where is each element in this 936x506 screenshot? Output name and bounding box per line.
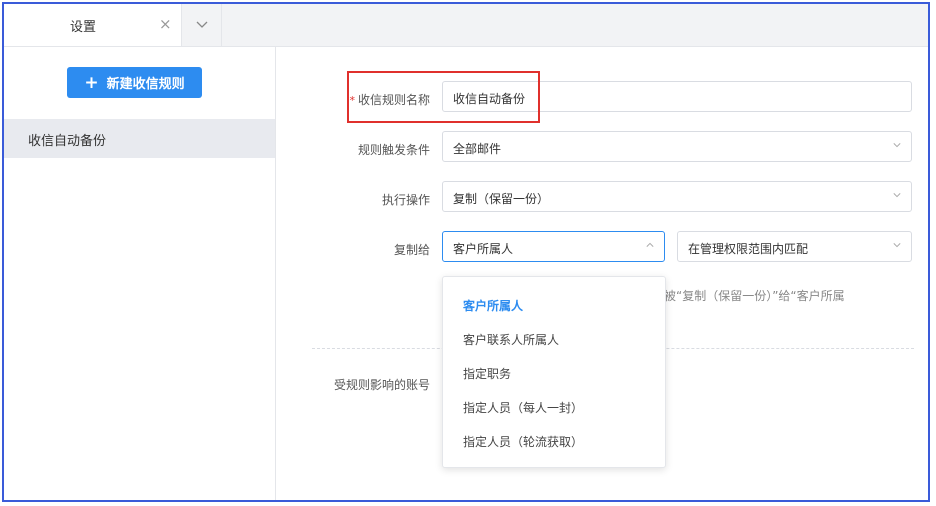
rule-name-input[interactable]: 收信自动备份 xyxy=(442,81,912,112)
trigger-label: 规则触发条件 xyxy=(357,143,430,157)
copy-to-value: 客户所属人 xyxy=(453,242,514,256)
dropdown-option[interactable]: 客户所属人 xyxy=(463,297,523,314)
new-rule-button-label: 新建收信规则 xyxy=(106,77,185,92)
scope-select[interactable]: 在管理权限范围内匹配 xyxy=(677,231,912,262)
close-icon[interactable]: × xyxy=(159,15,172,33)
tab-settings[interactable]: 设置 × xyxy=(4,4,182,46)
copy-to-dropdown: 客户所属人 客户联系人所属人 指定职务 指定人员（每人一封） 指定人员（轮流获取… xyxy=(442,276,666,468)
dropdown-option[interactable]: 指定职务 xyxy=(463,365,511,382)
rule-name-value: 收信自动备份 xyxy=(453,92,526,106)
dropdown-option[interactable]: 指定人员（轮流获取） xyxy=(463,433,583,450)
accounts-label: 受规则影响的账号 xyxy=(333,378,430,392)
dropdown-option[interactable]: 客户联系人所属人 xyxy=(463,331,559,348)
chevron-down-icon xyxy=(893,243,901,248)
sidebar: + 新建收信规则 收信自动备份 xyxy=(4,47,276,500)
chevron-up-icon xyxy=(646,242,654,247)
trigger-select[interactable]: 全部邮件 xyxy=(442,131,912,162)
hint-text: 将被“复制（保留一份）”给“客户所属 xyxy=(652,289,845,303)
tab-settings-label: 设置 xyxy=(70,20,97,35)
chevron-down-icon xyxy=(893,143,901,148)
action-value: 复制（保留一份） xyxy=(453,192,550,206)
rule-name-label: * 收信规则名称 xyxy=(349,93,430,107)
sidebar-item-rule[interactable]: 收信自动备份 xyxy=(4,119,275,158)
action-label: 执行操作 xyxy=(381,193,430,207)
scope-value: 在管理权限范围内匹配 xyxy=(688,242,809,256)
trigger-value: 全部邮件 xyxy=(453,142,502,156)
dropdown-option[interactable]: 指定人员（每人一封） xyxy=(463,399,583,416)
app-frame: 设置 × + 新建收信规则 收信自动备份 * 收信规则名称 收信自动备份 规则触发… xyxy=(2,2,930,502)
plus-icon: + xyxy=(84,72,99,93)
sidebar-item-label: 收信自动备份 xyxy=(28,134,107,149)
tab-more-button[interactable] xyxy=(182,4,222,46)
chevron-down-icon xyxy=(893,193,901,198)
tab-bar: 设置 × xyxy=(4,4,928,47)
copy-to-label: 复制给 xyxy=(393,243,430,257)
new-rule-button[interactable]: + 新建收信规则 xyxy=(67,67,202,98)
action-select[interactable]: 复制（保留一份） xyxy=(442,181,912,212)
copy-to-select[interactable]: 客户所属人 xyxy=(442,231,665,262)
required-mark: * xyxy=(349,94,355,107)
chevron-down-icon xyxy=(196,21,207,28)
